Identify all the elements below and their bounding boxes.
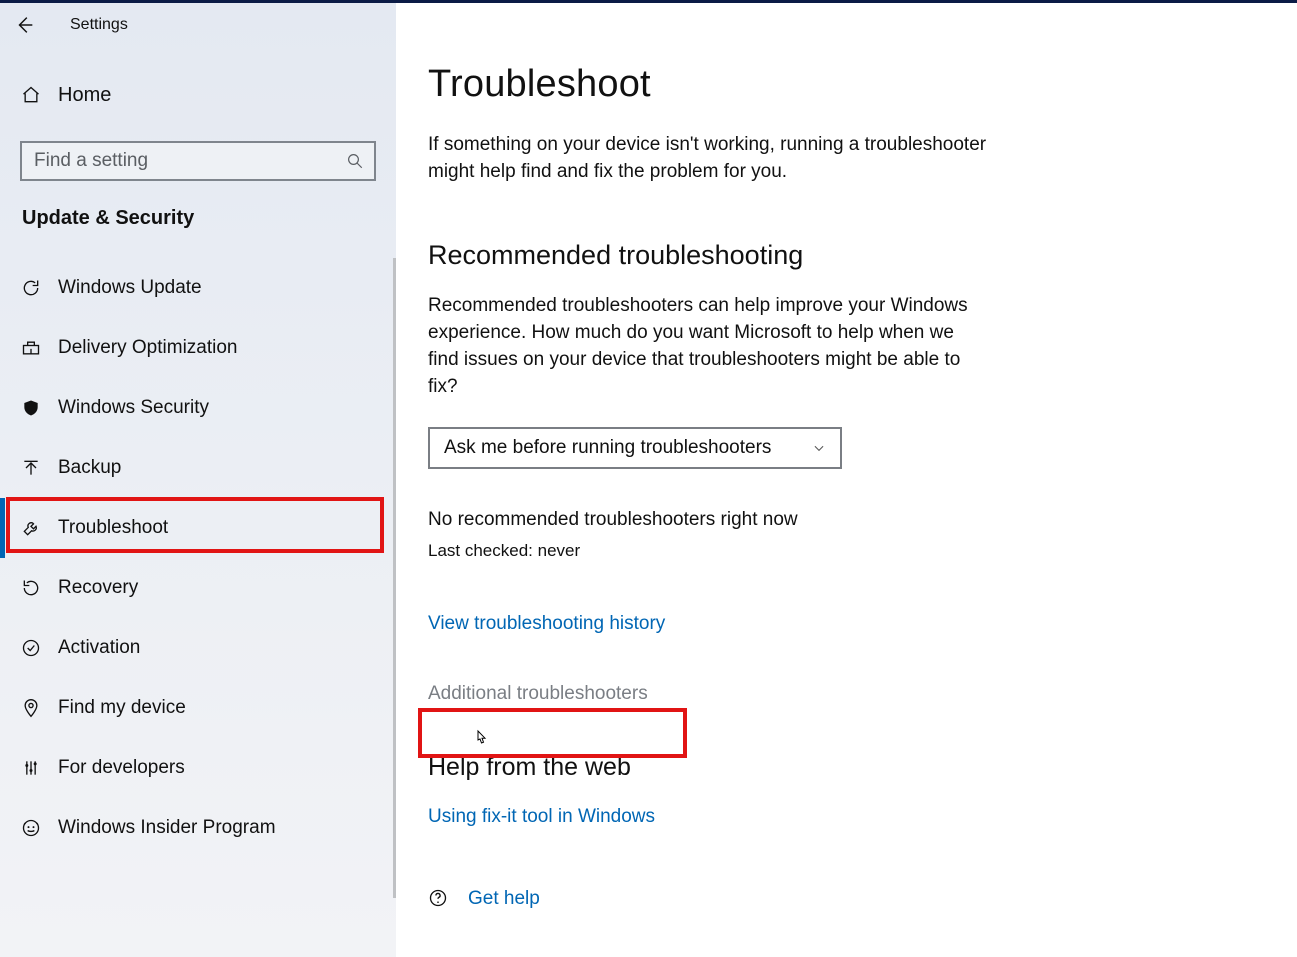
nav-backup[interactable]: Backup	[0, 438, 396, 498]
active-indicator	[0, 498, 5, 558]
shield-icon	[20, 397, 42, 419]
help-link[interactable]: Using fix-it tool in Windows	[428, 806, 655, 828]
search-input[interactable]	[34, 150, 346, 172]
nav-label: Windows Update	[42, 277, 202, 299]
search-input-wrap[interactable]	[20, 141, 376, 181]
delivery-icon	[20, 337, 42, 359]
back-button[interactable]	[0, 3, 50, 47]
home-icon	[20, 85, 42, 105]
nav-label: For developers	[42, 757, 185, 779]
nav-windows-security[interactable]: Windows Security	[0, 378, 396, 438]
nav-label: Delivery Optimization	[42, 337, 238, 359]
get-help-link[interactable]: Get help	[468, 888, 540, 910]
search-icon	[346, 152, 364, 170]
nav-delivery-optimization[interactable]: Delivery Optimization	[0, 318, 396, 378]
nav-for-developers[interactable]: For developers	[0, 738, 396, 798]
additional-troubleshooters-link[interactable]: Additional troubleshooters	[428, 683, 648, 705]
nav-windows-insider[interactable]: Windows Insider Program	[0, 798, 396, 858]
developer-icon	[20, 757, 42, 779]
recommended-body: Recommended troubleshooters can help imp…	[428, 293, 973, 401]
intro-text: If something on your device isn't workin…	[428, 132, 988, 186]
help-heading: Help from the web	[428, 753, 1297, 782]
get-help-icon	[428, 888, 450, 910]
section-title: Update & Security	[0, 181, 396, 230]
status-text: No recommended troubleshooters right now	[428, 509, 1297, 531]
nav-label: Recovery	[42, 577, 138, 599]
nav-label: Backup	[42, 457, 121, 479]
last-checked-text: Last checked: never	[428, 541, 1297, 561]
nav-activation[interactable]: Activation	[0, 618, 396, 678]
nav-label: Find my device	[42, 697, 186, 719]
nav-windows-update[interactable]: Windows Update	[0, 258, 396, 318]
recommended-dropdown[interactable]: Ask me before running troubleshooters	[428, 427, 842, 469]
check-circle-icon	[20, 637, 42, 659]
refresh-icon	[20, 277, 42, 299]
window-title: Settings	[50, 16, 128, 34]
recommended-heading: Recommended troubleshooting	[428, 240, 1297, 271]
nav-label: Windows Security	[42, 397, 209, 419]
nav-recovery[interactable]: Recovery	[0, 558, 396, 618]
home-nav[interactable]: Home	[0, 67, 396, 123]
wrench-icon	[20, 517, 42, 539]
backup-icon	[20, 457, 42, 479]
nav-find-my-device[interactable]: Find my device	[0, 678, 396, 738]
nav-troubleshoot[interactable]: Troubleshoot	[0, 498, 396, 558]
nav-label: Activation	[42, 637, 140, 659]
location-icon	[20, 697, 42, 719]
nav-label: Troubleshoot	[42, 517, 168, 539]
nav-label: Windows Insider Program	[42, 817, 276, 839]
history-link[interactable]: View troubleshooting history	[428, 613, 665, 635]
home-label: Home	[42, 84, 111, 107]
dropdown-value: Ask me before running troubleshooters	[444, 437, 771, 459]
page-title: Troubleshoot	[428, 63, 1297, 106]
chevron-down-icon	[812, 441, 826, 455]
recovery-icon	[20, 577, 42, 599]
insider-icon	[20, 817, 42, 839]
